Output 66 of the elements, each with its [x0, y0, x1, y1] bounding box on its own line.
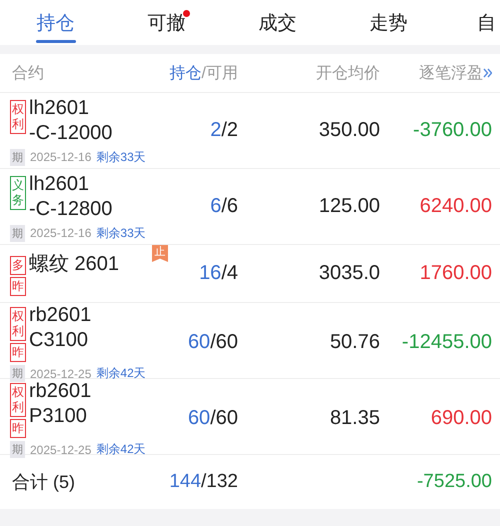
- expiry-date: 2025-12-25: [30, 442, 92, 456]
- contract-name: -C-12000: [29, 120, 112, 146]
- double-chevron-icon[interactable]: [483, 68, 492, 78]
- average-price: 350.00: [318, 119, 380, 142]
- average-price: 50.76: [328, 331, 380, 354]
- held-quantity: 16: [199, 262, 222, 284]
- floating-pnl: 690.00: [430, 407, 492, 430]
- average-price: 81.35: [328, 407, 380, 430]
- column-header: /可用: [202, 64, 238, 82]
- contract-name: lh2601: [29, 96, 90, 120]
- contract-name: -C-12800: [29, 196, 112, 222]
- tab[interactable]: 成交: [222, 0, 333, 45]
- total-pnl: -7525.00: [416, 471, 492, 493]
- available-quantity: /60: [210, 407, 238, 429]
- days-remaining: 剩余42天: [96, 441, 146, 458]
- tab[interactable]: 走势: [333, 0, 444, 45]
- average-price: 125.00: [318, 195, 380, 218]
- available-quantity: /60: [210, 331, 238, 353]
- contract-name: P3100: [29, 404, 88, 429]
- floating-pnl: -3760.00: [412, 119, 492, 142]
- expiry-badge: 期: [10, 148, 25, 166]
- contract-name: rb2601: [29, 303, 92, 328]
- position-tag: 昨: [10, 276, 26, 296]
- days-remaining: 剩余42天: [96, 365, 146, 382]
- expiry-badge: 期: [10, 365, 25, 382]
- days-remaining: 剩余33天: [96, 224, 146, 242]
- stop-badge: 止: [152, 245, 168, 262]
- contract-name: lh2601: [29, 172, 90, 196]
- position-tag: 权利: [10, 383, 26, 417]
- position-tag: 权利: [10, 100, 26, 134]
- expiry-badge: 期: [10, 224, 25, 242]
- column-header: 合约: [11, 64, 45, 84]
- position-tag: 权利: [10, 307, 26, 341]
- held-quantity: 60: [188, 331, 210, 353]
- position-tag: 多: [10, 256, 26, 274]
- floating-pnl: 6240.00: [418, 195, 492, 218]
- floating-pnl: -12455.00: [400, 331, 492, 354]
- available-quantity: /6: [221, 195, 238, 217]
- available-quantity: /4: [221, 262, 238, 284]
- average-price: 3035.0: [318, 262, 380, 285]
- held-quantity: 60: [188, 407, 210, 429]
- notification-dot: [183, 10, 190, 17]
- contract-name: C3100: [29, 328, 89, 353]
- position-tag: 义务: [10, 176, 26, 210]
- contract-name: rb2601: [29, 379, 92, 404]
- expiry-date: 2025-12-25: [30, 366, 92, 380]
- column-header: 开仓均价: [315, 64, 380, 84]
- expiry-badge: 期: [10, 441, 25, 458]
- total-label: 合计 (5): [11, 471, 76, 494]
- total-available: /132: [201, 471, 238, 492]
- column-header: 逐笔浮盈: [419, 64, 483, 84]
- position-tag: 昨: [10, 419, 26, 438]
- floating-pnl: 1760.00: [418, 262, 492, 285]
- tab[interactable]: 自: [444, 0, 500, 45]
- expiry-date: 2025-12-16: [30, 226, 92, 240]
- contract-name: 螺纹 2601: [29, 252, 120, 276]
- available-quantity: /2: [221, 119, 238, 141]
- total-held: 144: [169, 471, 202, 492]
- tab[interactable]: 持仓: [0, 0, 111, 45]
- column-header[interactable]: 持仓: [170, 64, 202, 82]
- expiry-date: 2025-12-16: [30, 150, 92, 164]
- held-quantity: 2: [210, 119, 222, 141]
- held-quantity: 6: [210, 195, 222, 217]
- position-tag: 昨: [10, 343, 26, 362]
- tab[interactable]: 可撤: [111, 0, 222, 45]
- days-remaining: 剩余33天: [96, 148, 146, 166]
